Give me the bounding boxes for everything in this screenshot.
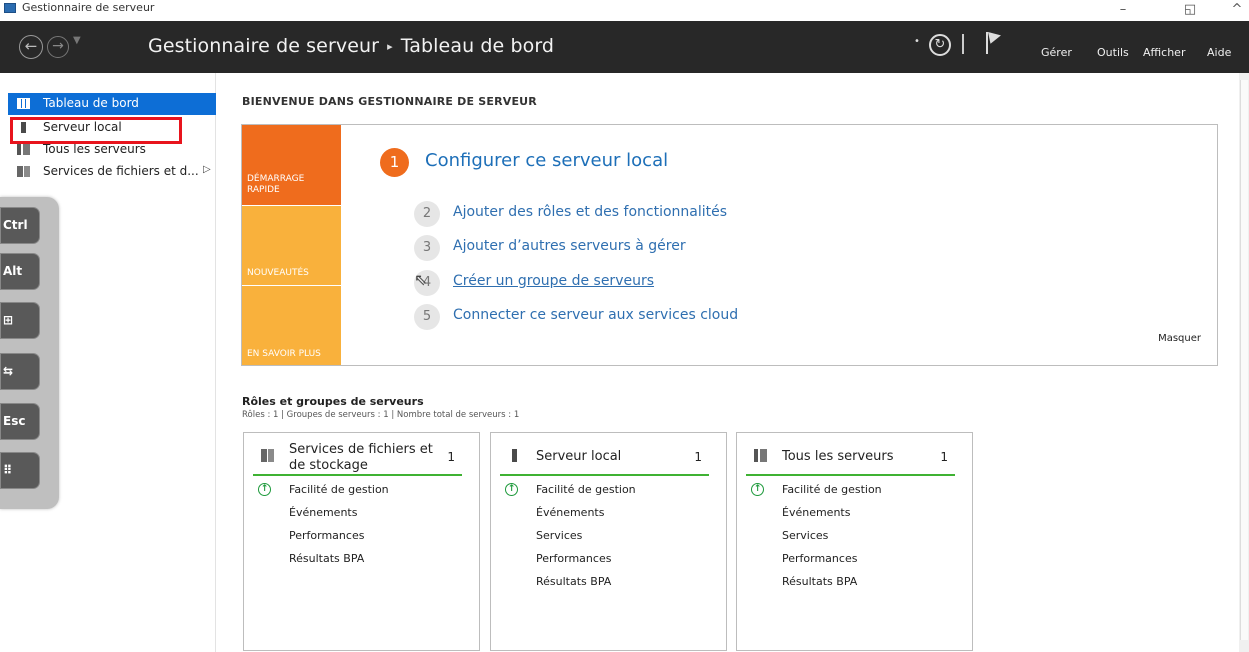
breadcrumb-separator-icon: ▸: [387, 40, 393, 53]
card-row-events[interactable]: Événements: [289, 506, 357, 519]
card-title[interactable]: Tous les serveurs: [782, 449, 894, 465]
more-keys-icon[interactable]: ⠿: [0, 452, 40, 489]
mouse-cursor-icon: ⇖: [414, 270, 428, 289]
forward-arrow-icon[interactable]: →: [47, 36, 69, 58]
sidebar-item-file-services[interactable]: Services de fichiers et d... ▷: [8, 161, 216, 183]
card-row-bpa[interactable]: Résultats BPA: [536, 575, 611, 588]
highlight-annotation: [10, 117, 182, 144]
menu-view[interactable]: Afficher: [1143, 46, 1185, 59]
breadcrumb-root[interactable]: Gestionnaire de serveur: [148, 35, 379, 57]
menu-manage[interactable]: Gérer: [1041, 46, 1072, 59]
ctrl-key-button[interactable]: Ctrl: [0, 207, 40, 244]
step-number-badge: 3: [414, 235, 440, 261]
tab-quick-start[interactable]: DÉMARRAGE RAPIDE: [242, 125, 341, 205]
sidebar-item-dashboard[interactable]: Tableau de bord: [8, 93, 216, 115]
sidebar-item-label: Tableau de bord: [43, 96, 139, 110]
status-up-icon: ↑: [258, 483, 271, 496]
welcome-title: BIENVENUE DANS GESTIONNAIRE DE SERVEUR: [242, 95, 537, 108]
tab-whats-new[interactable]: NOUVEAUTÉS: [242, 205, 341, 285]
roles-section-title: Rôles et groupes de serveurs: [242, 395, 424, 408]
minimize-button[interactable]: –: [1111, 2, 1135, 17]
card-row-services[interactable]: Services: [536, 529, 582, 542]
history-dropdown-icon[interactable]: ▼: [73, 35, 81, 46]
esc-key-button[interactable]: Esc: [0, 403, 40, 440]
back-arrow-icon[interactable]: ←: [19, 35, 43, 59]
card-title[interactable]: Services de fichiers et de stockage: [289, 442, 449, 474]
card-row-performance[interactable]: Performances: [536, 552, 611, 565]
dashboard-icon: [17, 98, 30, 109]
card-count: 1: [447, 450, 455, 464]
quickstart-panel: DÉMARRAGE RAPIDE NOUVEAUTÉS EN SAVOIR PL…: [241, 124, 1218, 366]
tab-learn-more[interactable]: EN SAVOIR PLUS: [242, 285, 341, 365]
card-row-performance[interactable]: Performances: [289, 529, 364, 542]
step-link[interactable]: Configurer ce serveur local: [425, 150, 668, 171]
card-row-bpa[interactable]: Résultats BPA: [289, 552, 364, 565]
card-status-bar: [253, 474, 462, 476]
card-row-bpa[interactable]: Résultats BPA: [782, 575, 857, 588]
card-title[interactable]: Serveur local: [536, 449, 621, 465]
windows-key-icon[interactable]: ⊞: [0, 302, 40, 339]
server-manager-app-icon: [4, 3, 16, 13]
servers-icon: [754, 449, 767, 462]
quickstart-tabs: DÉMARRAGE RAPIDE NOUVEAUTÉS EN SAVOIR PL…: [242, 125, 341, 365]
refresh-icon[interactable]: ↻: [929, 34, 951, 56]
file-services-icon: [261, 449, 274, 462]
card-row-manageability[interactable]: Facilité de gestion: [782, 483, 882, 496]
card-row-services[interactable]: Services: [782, 529, 828, 542]
step-link[interactable]: Créer un groupe de serveurs: [453, 273, 654, 289]
window-title: Gestionnaire de serveur: [22, 1, 155, 14]
card-row-events[interactable]: Événements: [782, 506, 850, 519]
step-number-badge: 1: [380, 148, 409, 177]
alt-key-button[interactable]: Alt: [0, 253, 40, 290]
sidebar-item-label: Services de fichiers et d...: [43, 164, 199, 178]
card-row-performance[interactable]: Performances: [782, 552, 857, 565]
hide-link[interactable]: Masquer: [1158, 333, 1201, 344]
breadcrumb-current: Tableau de bord: [400, 35, 555, 57]
tab-key-icon[interactable]: ⇆: [0, 353, 40, 390]
step-number-badge: 5: [414, 304, 440, 330]
scrollbar-thumb[interactable]: [1240, 80, 1248, 640]
step-link[interactable]: Ajouter d’autres serveurs à gérer: [453, 238, 686, 254]
status-up-icon: ↑: [751, 483, 764, 496]
app-header: ← → ▼ Gestionnaire de serveur ▸ Tableau de…: [0, 21, 1249, 73]
card-status-bar: [500, 474, 709, 476]
breadcrumb: Gestionnaire de serveur ▸ Tableau de bord: [148, 35, 554, 57]
role-card-local-server[interactable]: Serveur local 1 ↑ Facilité de gestion Év…: [490, 432, 727, 651]
card-count: 1: [940, 450, 948, 464]
refresh-dropdown-icon[interactable]: •: [914, 36, 920, 47]
expand-arrow-icon[interactable]: ▷: [203, 164, 211, 175]
file-services-icon: [17, 166, 30, 177]
card-status-bar: [746, 474, 955, 476]
server-icon: [512, 449, 517, 462]
menu-help[interactable]: Aide: [1207, 46, 1231, 59]
card-row-manageability[interactable]: Facilité de gestion: [289, 483, 389, 496]
header-divider: [962, 34, 964, 54]
roles-summary: Rôles : 1 | Groupes de serveurs : 1 | No…: [242, 410, 520, 420]
notifications-flag-icon[interactable]: [986, 29, 1003, 54]
sidebar-item-label: Tous les serveurs: [43, 142, 146, 156]
menu-tools[interactable]: Outils: [1097, 46, 1129, 59]
window-titlebar: Gestionnaire de serveur – ◱ ^: [0, 0, 1249, 21]
role-card-all-servers[interactable]: Tous les serveurs 1 ↑ Facilité de gestio…: [736, 432, 973, 651]
collapse-button[interactable]: ^: [1225, 2, 1249, 17]
onscreen-key-panel: Ctrl Alt ⊞ ⇆ Esc ⠿: [0, 197, 59, 509]
step-number-badge: 2: [414, 201, 440, 227]
card-row-events[interactable]: Événements: [536, 506, 604, 519]
step-link[interactable]: Ajouter des rôles et des fonctionnalités: [453, 204, 727, 220]
card-row-manageability[interactable]: Facilité de gestion: [536, 483, 636, 496]
role-card-file-services[interactable]: Services de fichiers et de stockage 1 ↑ …: [243, 432, 480, 651]
status-up-icon: ↑: [505, 483, 518, 496]
restore-button[interactable]: ◱: [1178, 2, 1202, 17]
dashboard-main: BIENVENUE DANS GESTIONNAIRE DE SERVEUR D…: [217, 73, 1239, 652]
step-link[interactable]: Connecter ce serveur aux services cloud: [453, 307, 738, 323]
servers-icon: [17, 144, 30, 155]
card-count: 1: [694, 450, 702, 464]
